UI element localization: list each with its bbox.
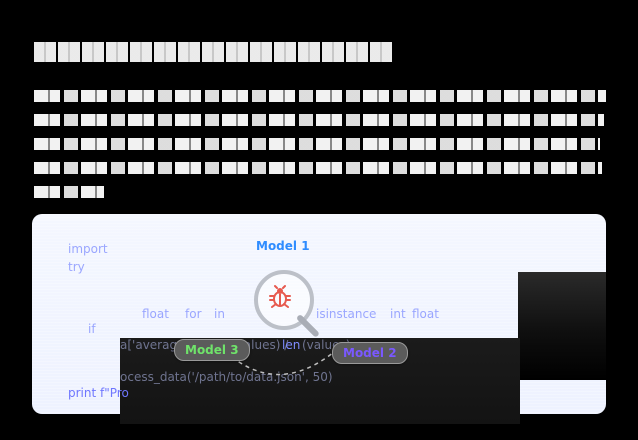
code-token-float-2: float <box>412 307 439 321</box>
model-2-pill: Model 2 <box>332 342 408 364</box>
code-token-print: print f"Pro <box>68 386 129 400</box>
garbled-paragraph-line-1 <box>34 90 606 102</box>
garbled-paragraph-line-5 <box>34 186 104 198</box>
code-token-int: int <box>390 307 406 321</box>
garbled-title-strip <box>34 42 392 62</box>
code-token-import: import <box>68 242 108 256</box>
bug-icon <box>269 285 291 308</box>
dark-side-panel <box>518 272 606 380</box>
code-token-float-1: float <box>142 307 169 321</box>
model-3-pill: Model 3 <box>174 339 250 361</box>
model-1-label: Model 1 <box>256 239 310 253</box>
garbled-paragraph-line-4 <box>34 162 602 174</box>
code-token-in: in <box>214 307 225 321</box>
garbled-paragraph-line-3 <box>34 138 600 150</box>
code-token-try: try <box>68 260 85 274</box>
code-token-if: if <box>88 322 96 336</box>
code-token-isinstance: isinstance <box>316 307 377 321</box>
garbled-paragraph-line-2 <box>34 114 604 126</box>
code-token-for: for <box>185 307 202 321</box>
